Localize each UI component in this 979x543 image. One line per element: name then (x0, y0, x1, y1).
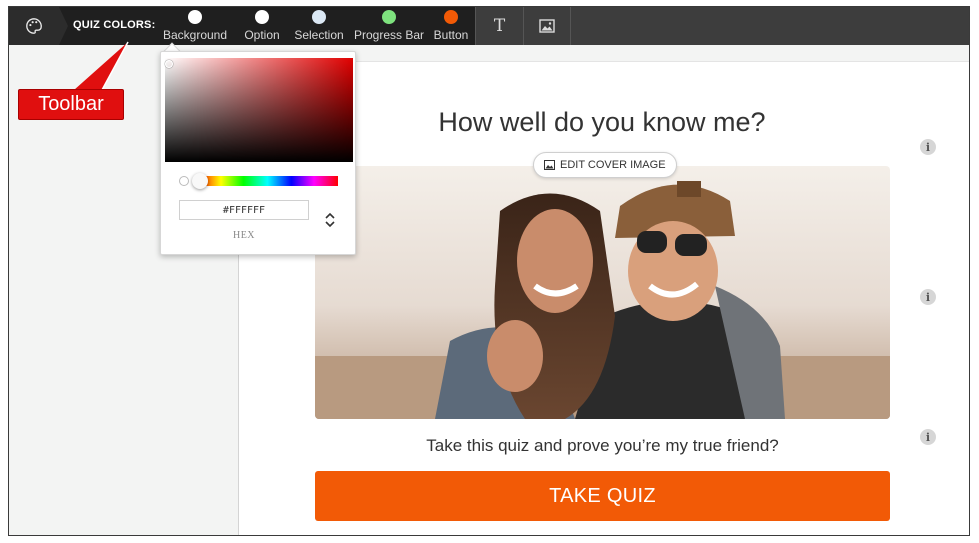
toolbar: QUIZ COLORS: Background Option Selection… (9, 7, 969, 45)
editor-frame: QUIZ COLORS: Background Option Selection… (8, 6, 970, 536)
quiz-colors-panel: QUIZ COLORS: Background Option Selection… (59, 7, 475, 45)
swatch-label: Button (433, 28, 469, 42)
cover-image[interactable] (315, 166, 890, 419)
hue-slider-handle[interactable] (192, 173, 208, 189)
swatch-dot (444, 10, 458, 24)
format-toggle-icon[interactable] (323, 210, 337, 230)
image-icon (539, 19, 555, 33)
quiz-subtitle[interactable]: Take this quiz and prove you’re my true … (315, 436, 890, 456)
swatch-dot (255, 10, 269, 24)
info-icon[interactable]: i (920, 429, 936, 445)
image-icon (544, 160, 555, 170)
saturation-area[interactable] (165, 58, 353, 162)
hex-input[interactable] (179, 200, 309, 220)
hue-slider[interactable] (197, 176, 338, 186)
swatch-selection[interactable]: Selection (291, 10, 347, 42)
swatch-dot (312, 10, 326, 24)
swatch-button[interactable]: Button (430, 10, 472, 42)
color-preview-dot (179, 176, 189, 186)
edit-cover-image-button[interactable]: EDIT COVER IMAGE (533, 152, 677, 178)
swatch-label: Selection (294, 28, 344, 42)
info-icon[interactable]: i (920, 139, 936, 155)
edit-cover-label: EDIT COVER IMAGE (560, 159, 666, 171)
text-tool-button[interactable]: T (475, 7, 523, 45)
swatch-background[interactable]: Background (158, 10, 232, 42)
swatch-label: Background (162, 28, 228, 42)
swatch-option[interactable]: Option (239, 10, 285, 42)
toolbar-callout: Toolbar (18, 89, 124, 120)
quiz-title[interactable]: How well do you know me? (315, 107, 889, 138)
quiz-colors-label: QUIZ COLORS: (73, 19, 156, 31)
panel-arrow (59, 7, 68, 45)
swatch-label: Progress Bar (353, 28, 425, 42)
saturation-handle[interactable] (165, 60, 173, 68)
format-label: HEX (232, 230, 256, 241)
swatch-dot (382, 10, 396, 24)
swatch-dot (188, 10, 202, 24)
take-quiz-button[interactable]: TAKE QUIZ (315, 471, 890, 521)
palette-button[interactable] (9, 7, 59, 45)
image-tool-button[interactable] (523, 7, 571, 45)
cover-photo (315, 166, 890, 419)
color-picker-popup: HEX (160, 51, 356, 255)
text-icon: T (493, 16, 506, 36)
swatch-progress-bar[interactable]: Progress Bar (352, 10, 426, 42)
palette-icon (26, 18, 42, 34)
info-icon[interactable]: i (920, 289, 936, 305)
swatch-label: Option (244, 28, 280, 42)
